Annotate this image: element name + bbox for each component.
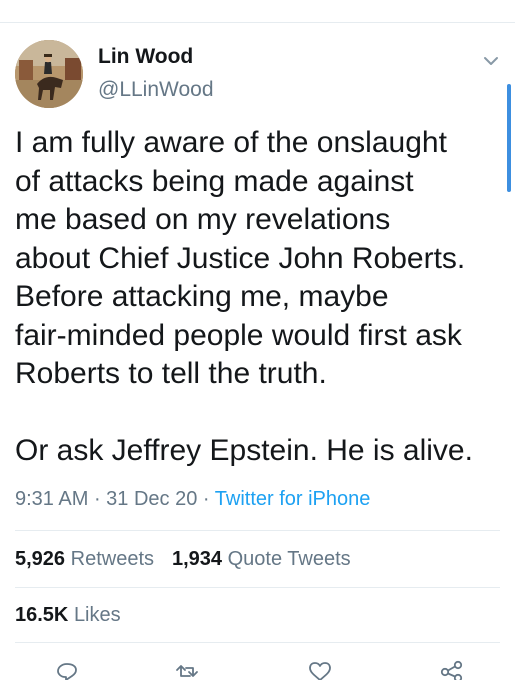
divider: [15, 530, 500, 531]
scrollbar[interactable]: [507, 84, 511, 192]
tweet-paragraph: Or ask Jeffrey Epstein. He is alive.: [15, 434, 473, 467]
meta-separator: ·: [88, 488, 107, 510]
tweet-source-link[interactable]: Twitter for iPhone: [215, 488, 371, 510]
user-handle[interactable]: @LLinWood: [98, 78, 214, 102]
tweet-line: Roberts to tell the truth.: [15, 357, 327, 390]
tweet-line: Before attacking me, maybe: [15, 280, 389, 313]
quote-tweets-stat[interactable]: 1,934 Quote Tweets: [172, 548, 351, 570]
action-bar: [0, 656, 515, 680]
avatar[interactable]: [15, 40, 83, 108]
retweets-label: Retweets: [70, 548, 154, 570]
tweet-text: I am fully aware of the onslaught of att…: [15, 124, 507, 471]
heart-icon[interactable]: [305, 656, 335, 680]
chevron-down-icon[interactable]: [480, 50, 502, 72]
tweet-time[interactable]: 9:31 AM: [15, 488, 88, 510]
tweet-line: of attacks being made against: [15, 164, 414, 198]
meta-separator: ·: [197, 488, 215, 510]
top-divider: [0, 22, 515, 23]
tweet-line: I am fully aware of the onslaught: [15, 126, 447, 159]
tweet-line: me based on my revelations: [15, 203, 391, 236]
retweets-count: 5,926: [15, 548, 66, 570]
quote-tweets-count: 1,934: [172, 548, 223, 570]
divider: [15, 587, 500, 588]
engagement-stats: 5,926 Retweets 1,934 Quote Tweets: [15, 548, 351, 571]
divider: [15, 642, 500, 643]
retweets-stat[interactable]: 5,926 Retweets: [15, 548, 154, 570]
likes-stat[interactable]: 16.5K Likes: [15, 604, 121, 627]
likes-label: Likes: [73, 604, 121, 626]
tweet-paragraph: I am fully aware of the onslaught of att…: [15, 124, 507, 394]
likes-count: 16.5K: [15, 604, 69, 626]
tweet-meta: 9:31 AM · 31 Dec 20 · Twitter for iPhone: [15, 488, 370, 511]
tweet-date[interactable]: 31 Dec 20: [106, 488, 197, 510]
share-icon[interactable]: [436, 656, 466, 680]
quote-tweets-label: Quote Tweets: [227, 548, 351, 570]
avatar-image: [15, 40, 83, 108]
retweet-icon[interactable]: [172, 656, 202, 680]
tweet-line: fair-minded people would first ask: [15, 318, 462, 352]
tweet-line: about Chief Justice John Roberts.: [15, 241, 466, 275]
reply-icon[interactable]: [52, 656, 82, 680]
display-name[interactable]: Lin Wood: [98, 45, 193, 69]
